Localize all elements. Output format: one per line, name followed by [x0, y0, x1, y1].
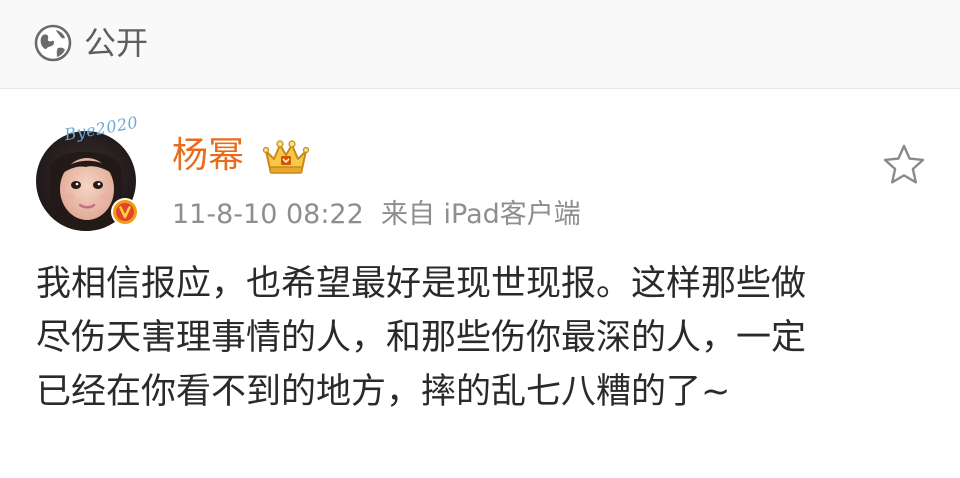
post-time: 11-8-10 08:22 — [172, 199, 364, 230]
crown-icon[interactable] — [262, 137, 310, 175]
post-meta: 11-8-10 08:22 来自 iPad客户端 — [172, 197, 581, 233]
post-content-line: 我相信报应，也希望最好是现世现报。这样那些做 — [36, 264, 807, 304]
author-name[interactable]: 杨幂 — [172, 133, 244, 179]
globe-icon — [34, 24, 72, 62]
post-source: 来自 iPad客户端 — [380, 199, 581, 230]
post-content-line: 已经在你看不到的地方，摔的乱七八糟的了~ — [36, 372, 731, 412]
post-content-line: 尽伤天害理事情的人，和那些伤你最深的人，一定 — [36, 318, 807, 358]
visibility-header: 公开 — [0, 0, 960, 89]
post-content: 我相信报应，也希望最好是现世现报。这样那些做 尽伤天害理事情的人，和那些伤你最深… — [36, 257, 922, 419]
verified-badge-icon — [111, 198, 139, 226]
post-card: Bye2020 杨幂 11-8-10 08:22 来自 iPad客户端 我相信报… — [0, 89, 960, 478]
visibility-label: 公开 — [84, 24, 149, 62]
weibo-post-screen: 公开 Bye2020 杨幂 11-8-10 08:22 来自 iPad客户端 我… — [0, 0, 960, 478]
star-icon[interactable] — [880, 141, 928, 189]
avatar[interactable]: Bye2020 — [36, 113, 144, 231]
